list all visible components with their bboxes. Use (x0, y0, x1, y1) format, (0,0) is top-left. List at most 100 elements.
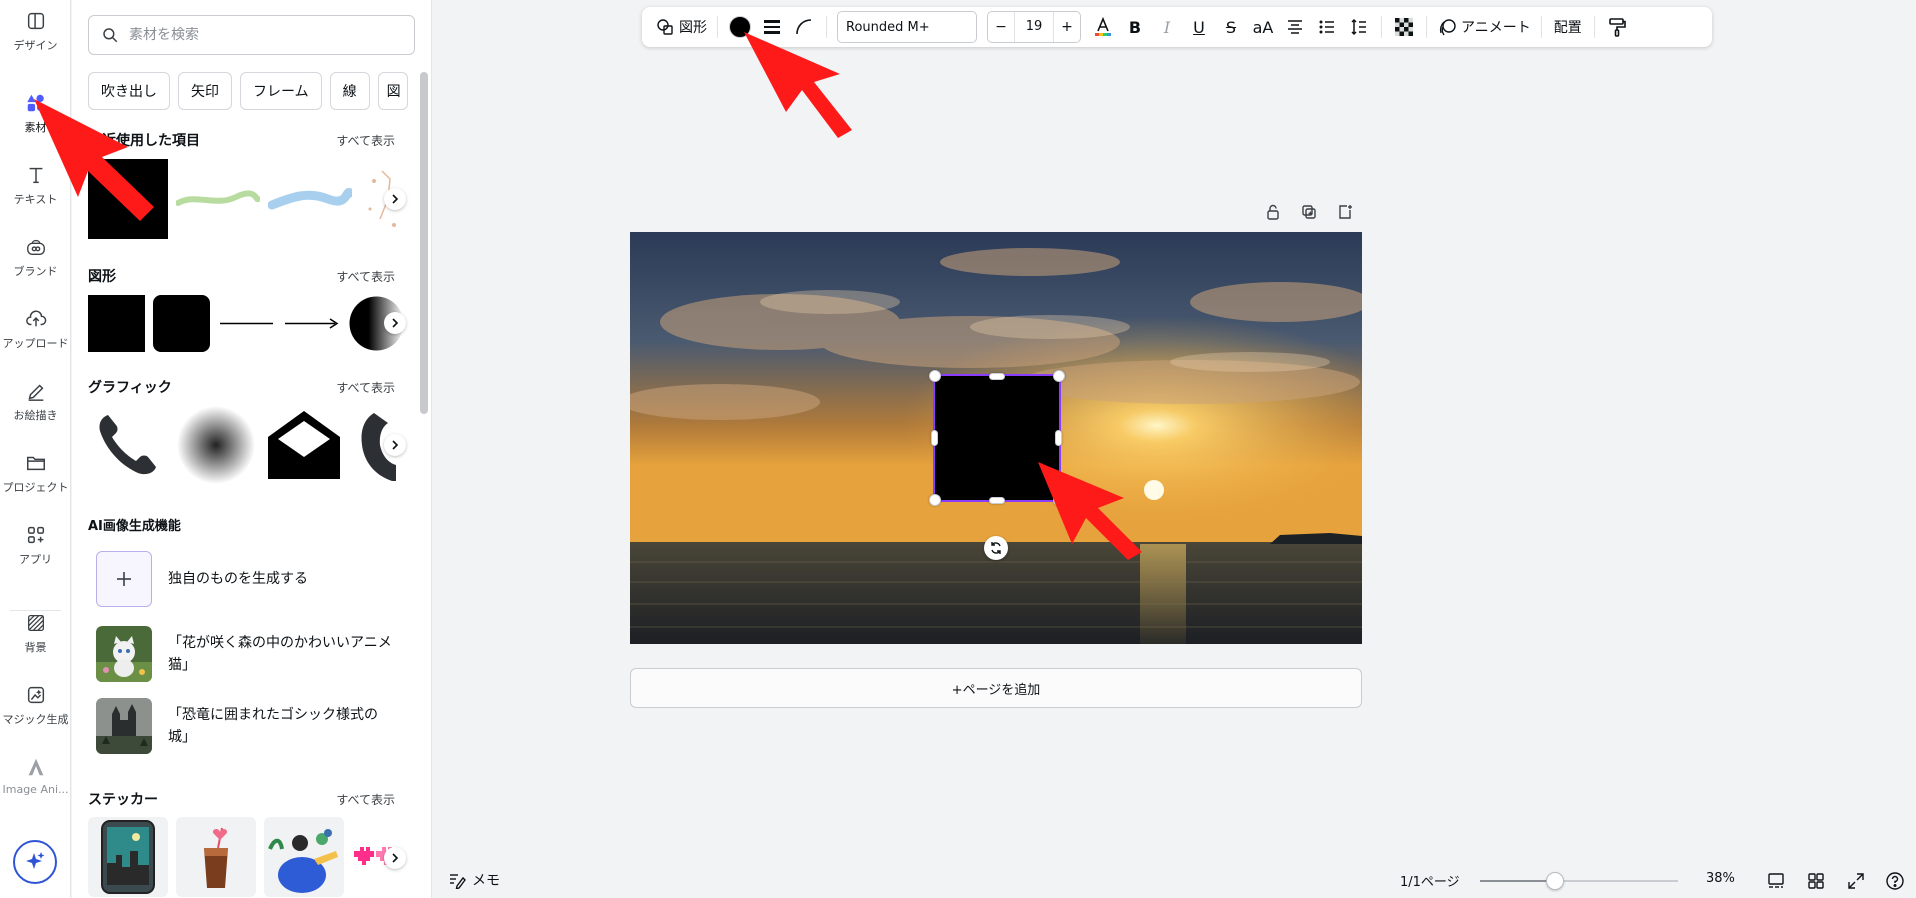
text-color-button[interactable] (1087, 11, 1119, 43)
ai-suggestion-castle[interactable]: 「恐竜に囲まれたゴシック様式の城」 (96, 698, 396, 754)
chevron-right-icon (392, 440, 399, 450)
rail-item-uploads[interactable]: アップロード (0, 298, 71, 364)
help-button[interactable] (1884, 870, 1906, 892)
chip-arrow[interactable]: 矢印 (178, 72, 232, 110)
resize-handle-bottom-right[interactable] (1053, 494, 1065, 506)
bold-button[interactable]: B (1119, 11, 1151, 43)
rail-item-elements[interactable]: 素材 (0, 82, 71, 148)
lock-page-button[interactable] (1263, 202, 1283, 222)
shape-switch-button[interactable]: 図形 (652, 11, 711, 43)
chip-line[interactable]: 線 (329, 72, 370, 110)
font-size-increase[interactable]: + (1054, 19, 1080, 35)
rail-item-label: アプリ (19, 553, 52, 566)
underline-button[interactable]: U (1183, 11, 1215, 43)
add-page-icon-button[interactable] (1335, 202, 1355, 222)
recent-blue-brush[interactable] (268, 179, 352, 219)
search-box[interactable] (88, 15, 415, 55)
ai-create-item[interactable]: 独自のものを生成する (96, 551, 396, 607)
chip-frame[interactable]: フレーム (240, 72, 322, 110)
bullet-list-icon (1319, 20, 1334, 34)
shape-line[interactable] (218, 295, 275, 352)
recent-next-arrow[interactable] (384, 188, 406, 210)
shape-square[interactable] (88, 295, 145, 352)
shapes-next-arrow[interactable] (384, 312, 406, 334)
recent-title: 最近使用した項目 (88, 133, 200, 149)
rail-item-projects[interactable]: プロジェクト (0, 442, 71, 508)
resize-handle-right[interactable] (1055, 430, 1062, 446)
copy-style-button[interactable] (1601, 11, 1633, 43)
font-family-dropdown[interactable]: Rounded M+ (837, 11, 977, 43)
panel-scrollbar-thumb[interactable] (420, 72, 428, 414)
stickers-next-arrow[interactable] (384, 847, 406, 869)
resize-handle-bottom-left[interactable] (929, 494, 941, 506)
recent-see-all[interactable]: すべて表示 (336, 132, 395, 149)
rail-item-magic-media[interactable]: マジック生成 (0, 674, 71, 740)
strikethrough-button[interactable]: S (1215, 11, 1247, 43)
duplicate-page-button[interactable] (1299, 202, 1319, 222)
page-counter[interactable]: 1/1ページ (1400, 871, 1460, 890)
rail-item-apps[interactable]: アプリ (0, 514, 71, 580)
notes-button[interactable]: メモ (448, 870, 500, 890)
chip-speech-bubble[interactable]: 吹き出し (88, 72, 170, 110)
rail-item-draw[interactable]: お絵描き (0, 370, 71, 436)
zoom-slider-thumb[interactable] (1546, 872, 1564, 890)
resize-handle-bottom[interactable] (989, 497, 1005, 504)
shapes-see-all[interactable]: すべて表示 (336, 268, 395, 285)
corner-rounding-button[interactable] (788, 11, 820, 43)
shape-rounded-square[interactable] (153, 295, 210, 352)
resize-handle-top-right[interactable] (1053, 370, 1065, 382)
zoom-slider[interactable] (1480, 872, 1678, 890)
phone-graphic-icon[interactable] (88, 405, 168, 485)
selected-black-square-shape[interactable] (933, 374, 1061, 502)
graphics-next-arrow[interactable] (384, 434, 406, 456)
sticker-phone-city[interactable] (88, 817, 168, 897)
shapes-title: 図形 (88, 269, 116, 285)
recent-black-square[interactable] (88, 159, 168, 239)
chevron-right-icon (392, 194, 399, 204)
sticker-guitar-person[interactable] (264, 817, 344, 897)
font-size-decrease[interactable]: − (988, 19, 1014, 35)
sticker-iced-drink[interactable] (176, 817, 256, 897)
search-input[interactable] (129, 27, 389, 43)
animate-button[interactable]: アニメート (1433, 11, 1535, 43)
italic-button[interactable]: I (1151, 11, 1183, 43)
rotate-handle[interactable] (984, 536, 1008, 560)
layout-icon (27, 12, 44, 30)
rail-item-brand[interactable]: ブランド (0, 226, 71, 292)
rail-item-design[interactable]: デザイン (0, 0, 71, 66)
page-view-button[interactable] (1765, 870, 1787, 892)
add-page-button[interactable]: +ページを追加 (630, 668, 1362, 708)
envelope-graphic-icon[interactable] (264, 405, 344, 485)
resize-handle-left[interactable] (931, 430, 938, 446)
letter-case-button[interactable]: aA (1247, 11, 1279, 43)
ai-suggestion-cat[interactable]: 「花が咲く森の中のかわいいアニメ猫」 (96, 626, 396, 682)
radial-gradient-graphic[interactable] (176, 405, 256, 485)
position-button[interactable]: 配置 (1548, 11, 1588, 43)
graphics-see-all[interactable]: すべて表示 (336, 379, 395, 396)
apps-icon (27, 526, 44, 544)
chip-chart[interactable]: 図 (377, 72, 408, 110)
fill-color-button[interactable] (724, 11, 756, 43)
recent-green-brush[interactable] (176, 179, 260, 219)
rail-item-image-animate[interactable]: Image Ani... (0, 746, 71, 812)
shapes-icon (657, 19, 673, 35)
rail-item-text[interactable]: テキスト (0, 154, 71, 220)
list-button[interactable] (1311, 11, 1343, 43)
category-chips: 吹き出し 矢印 フレーム 線 図 (88, 72, 408, 110)
spacing-button[interactable] (1343, 11, 1375, 43)
resize-handle-top[interactable] (989, 373, 1005, 380)
fullscreen-button[interactable] (1845, 870, 1867, 892)
stickers-see-all[interactable]: すべて表示 (336, 791, 395, 808)
zoom-percentage[interactable]: 38% (1706, 871, 1735, 886)
rail-item-label: テキスト (13, 193, 58, 206)
font-size-value[interactable]: 19 (1014, 12, 1054, 42)
grid-view-button[interactable] (1805, 870, 1827, 892)
rail-item-background[interactable]: 背景 (0, 602, 71, 668)
transparency-button[interactable] (1388, 11, 1420, 43)
panel-scrollbar[interactable] (419, 62, 429, 892)
shape-arrow-line[interactable] (283, 295, 340, 352)
magic-assistant-button[interactable] (13, 840, 57, 884)
resize-handle-top-left[interactable] (929, 370, 941, 382)
border-style-button[interactable] (756, 11, 788, 43)
text-align-button[interactable] (1279, 11, 1311, 43)
